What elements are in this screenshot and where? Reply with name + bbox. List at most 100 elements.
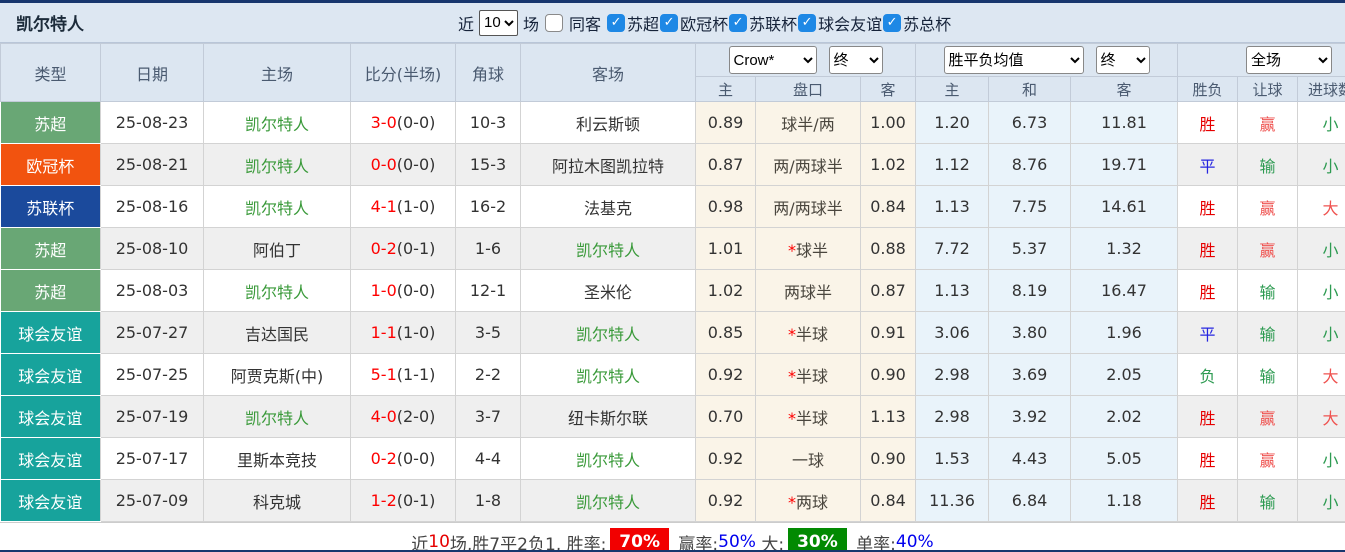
- table-row: 球会友谊 25-07-25 阿贾克斯(中) 5-1(1-1) 2-2 凯尔特人 …: [1, 354, 1345, 396]
- games-label: 场: [523, 11, 539, 35]
- home-team-link[interactable]: 凯尔特人: [204, 270, 351, 312]
- league-checkbox[interactable]: ✓: [798, 14, 816, 32]
- league-checkbox[interactable]: ✓: [607, 14, 625, 32]
- col-header-corner: 角球: [456, 44, 521, 102]
- summary-segment: 场,胜7平2负1, 胜率:: [450, 530, 606, 552]
- result-cell: 负: [1178, 354, 1238, 396]
- home-team-link[interactable]: 凯尔特人: [204, 396, 351, 438]
- date-cell: 25-08-03: [101, 270, 204, 312]
- home-team-link[interactable]: 凯尔特人: [204, 186, 351, 228]
- goals-result-cell: 小: [1298, 270, 1345, 312]
- avg-away-odds-cell: 2.05: [1071, 354, 1178, 396]
- col-header-date: 日期: [101, 44, 204, 102]
- away-team-link[interactable]: 纽卡斯尔联: [521, 396, 696, 438]
- away-team-link[interactable]: 利云斯顿: [521, 102, 696, 144]
- avg-home-odds-cell: 1.12: [916, 144, 989, 186]
- competition-badge: 苏超: [1, 270, 101, 311]
- handicap-home-odds-cell: 1.02: [696, 270, 756, 312]
- away-team-link[interactable]: 圣米伦: [521, 270, 696, 312]
- table-row: 欧冠杯 25-08-21 凯尔特人 0-0(0-0) 15-3 阿拉木图凯拉特 …: [1, 144, 1345, 186]
- table-row: 球会友谊 25-07-19 凯尔特人 4-0(2-0) 3-7 纽卡斯尔联 0.…: [1, 396, 1345, 438]
- avg-draw-odds-cell: 3.80: [989, 312, 1071, 354]
- avg-away-odds-cell: 16.47: [1071, 270, 1178, 312]
- avg-home-odds-cell: 1.13: [916, 270, 989, 312]
- same-venue-checkbox[interactable]: [545, 14, 563, 32]
- league-checkbox[interactable]: ✓: [729, 14, 747, 32]
- handicap-result-cell: 输: [1238, 480, 1298, 522]
- away-team-link[interactable]: 凯尔特人: [521, 480, 696, 522]
- home-team-link[interactable]: 科克城: [204, 480, 351, 522]
- avg-home-odds-cell: 2.98: [916, 396, 989, 438]
- handicap-away-odds-cell: 0.90: [861, 354, 916, 396]
- corner-cell: 2-2: [456, 354, 521, 396]
- home-team-link[interactable]: 吉达国民: [204, 312, 351, 354]
- away-team-link[interactable]: 凯尔特人: [521, 228, 696, 270]
- away-team-link[interactable]: 凯尔特人: [521, 438, 696, 480]
- result-cell: 胜: [1178, 228, 1238, 270]
- handicap-time-select[interactable]: 终: [829, 46, 883, 74]
- league-filters: ✓ 苏超 ✓ 欧冠杯 ✓ 苏联杯 ✓ 球会友谊 ✓ 苏总杯: [606, 11, 951, 35]
- handicap-result-cell: 输: [1238, 354, 1298, 396]
- handicap-line-cell: *半球: [756, 312, 861, 354]
- handicap-home-odds-cell: 0.92: [696, 438, 756, 480]
- handicap-home-odds-cell: 1.01: [696, 228, 756, 270]
- home-team-link[interactable]: 里斯本竞技: [204, 438, 351, 480]
- home-team-link[interactable]: 阿伯丁: [204, 228, 351, 270]
- handicap-away-odds-cell: 0.91: [861, 312, 916, 354]
- away-team-link[interactable]: 阿拉木图凯拉特: [521, 144, 696, 186]
- match-history-panel: 凯尔特人 近 10 场 同客 ✓ 苏超 ✓ 欧冠杯 ✓ 苏联杯 ✓ 球会友谊 ✓…: [0, 0, 1345, 552]
- corner-cell: 10-3: [456, 102, 521, 144]
- league-checkbox[interactable]: ✓: [660, 14, 678, 32]
- home-team-link[interactable]: 凯尔特人: [204, 102, 351, 144]
- avg-home-odds-cell: 2.98: [916, 354, 989, 396]
- competition-type-cell: 苏超: [1, 102, 101, 144]
- avg-odds-select[interactable]: 胜平负均值: [944, 46, 1084, 74]
- handicap-line-cell: *半球: [756, 354, 861, 396]
- avg-draw-odds-cell: 3.92: [989, 396, 1071, 438]
- same-venue-label: 同客: [569, 11, 601, 35]
- league-filter-item: ✓ 苏超: [606, 11, 659, 35]
- league-filter-item: ✓ 球会友谊: [797, 11, 882, 35]
- home-team-link[interactable]: 凯尔特人: [204, 144, 351, 186]
- date-cell: 25-07-19: [101, 396, 204, 438]
- goals-result-cell: 小: [1298, 228, 1345, 270]
- recent-count-select[interactable]: 10: [479, 10, 518, 36]
- handicap-result-cell: 赢: [1238, 438, 1298, 480]
- bookmaker-select[interactable]: Crow*: [729, 46, 817, 74]
- away-team-link[interactable]: 凯尔特人: [521, 312, 696, 354]
- handicap-away-odds-cell: 1.02: [861, 144, 916, 186]
- corner-cell: 16-2: [456, 186, 521, 228]
- goals-result-cell: 大: [1298, 354, 1345, 396]
- avg-draw-odds-cell: 6.73: [989, 102, 1071, 144]
- avg-away-odds-cell: 14.61: [1071, 186, 1178, 228]
- avg-away-odds-cell: 1.32: [1071, 228, 1178, 270]
- away-team-link[interactable]: 法基克: [521, 186, 696, 228]
- away-team-link[interactable]: 凯尔特人: [521, 354, 696, 396]
- avg-draw-odds-cell: 6.84: [989, 480, 1071, 522]
- match-scope-select[interactable]: 全场: [1246, 46, 1332, 74]
- handicap-home-odds-cell: 0.70: [696, 396, 756, 438]
- col-header-type: 类型: [1, 44, 101, 102]
- league-checkbox[interactable]: ✓: [883, 14, 901, 32]
- score-cell: 0-2(0-1): [351, 228, 456, 270]
- handicap-line-cell: *球半: [756, 228, 861, 270]
- subcol-result: 胜负: [1178, 77, 1238, 102]
- subcol-handicap-result: 让球: [1238, 77, 1298, 102]
- goals-result-cell: 小: [1298, 438, 1345, 480]
- league-filter-item: ✓ 苏联杯: [728, 11, 797, 35]
- avg-draw-odds-cell: 7.75: [989, 186, 1071, 228]
- competition-badge: 苏超: [1, 102, 101, 143]
- avg-time-select[interactable]: 终: [1096, 46, 1150, 74]
- date-cell: 25-07-25: [101, 354, 204, 396]
- handicap-home-odds-cell: 0.89: [696, 102, 756, 144]
- home-team-link[interactable]: 阿贾克斯(中): [204, 354, 351, 396]
- handicap-away-odds-cell: 1.13: [861, 396, 916, 438]
- table-row: 球会友谊 25-07-09 科克城 1-2(0-1) 1-8 凯尔特人 0.92…: [1, 480, 1345, 522]
- handicap-away-odds-cell: 0.88: [861, 228, 916, 270]
- competition-type-cell: 球会友谊: [1, 480, 101, 522]
- handicap-line-cell: *两球: [756, 480, 861, 522]
- handicap-away-odds-cell: 0.90: [861, 438, 916, 480]
- table-row: 苏超 25-08-03 凯尔特人 1-0(0-0) 12-1 圣米伦 1.02 …: [1, 270, 1345, 312]
- league-label: 苏联杯: [749, 11, 797, 35]
- competition-type-cell: 苏超: [1, 228, 101, 270]
